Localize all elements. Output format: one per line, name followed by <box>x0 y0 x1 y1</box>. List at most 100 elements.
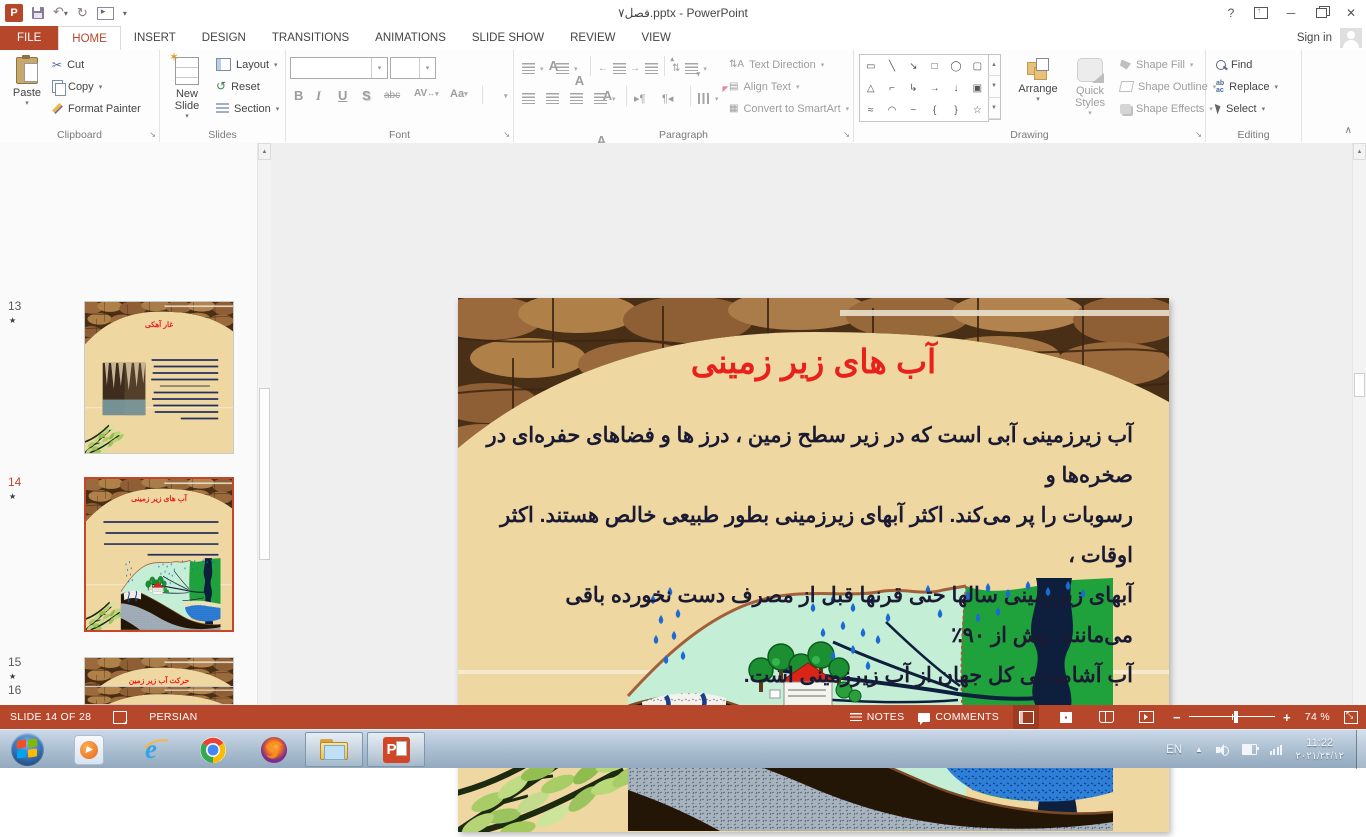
tab-design[interactable]: DESIGN <box>189 26 259 50</box>
zoom-thumb[interactable] <box>1234 711 1238 723</box>
notes-button[interactable]: NOTES <box>850 711 905 723</box>
paragraph-dialog-launcher[interactable]: ↘ <box>843 131 850 139</box>
shape-icon[interactable]: ◠ <box>881 99 902 121</box>
ribbon-display-options-button[interactable] <box>1246 0 1276 26</box>
paste-caret[interactable]: ▾ <box>25 99 29 107</box>
tab-transitions[interactable]: TRANSITIONS <box>259 26 362 50</box>
thumbnail-panel-scrollbar[interactable]: ▲ <box>257 143 271 705</box>
shape-icon[interactable]: ▭ <box>860 55 881 77</box>
shape-icon[interactable]: ▣ <box>967 77 988 99</box>
increase-indent-button[interactable]: → <box>630 58 658 79</box>
underline-button[interactable]: U <box>338 88 347 103</box>
taskbar-media-player[interactable]: ▶ <box>72 733 106 766</box>
taskbar-file-explorer[interactable] <box>305 732 363 767</box>
tab-home[interactable]: HOME <box>58 26 121 51</box>
font-color-caret[interactable]: ▾ <box>504 92 508 100</box>
quick-styles-button[interactable]: Quick Styles▾ <box>1066 53 1114 125</box>
redo-icon[interactable]: ↻ <box>77 5 88 21</box>
spell-check-icon[interactable] <box>113 711 127 724</box>
numbering-button[interactable]: ▾ <box>556 58 578 79</box>
shape-icon[interactable]: ↘ <box>903 55 924 77</box>
taskbar-chrome[interactable] <box>196 733 230 766</box>
font-size-combo[interactable]: ▾ <box>390 57 436 79</box>
change-case-button[interactable]: Aa▾ <box>450 88 468 100</box>
language-indicator[interactable]: PERSIAN <box>149 711 197 723</box>
shape-effects-button[interactable]: Shape Effects▾ <box>1120 98 1213 119</box>
fit-slide-to-window-button[interactable] <box>1344 711 1358 724</box>
shape-icon[interactable]: ~ <box>903 99 924 121</box>
tab-slide-show[interactable]: SLIDE SHOW <box>459 26 557 50</box>
paste-button[interactable]: Paste ▾ <box>4 53 50 125</box>
character-spacing-button[interactable]: AV↔▾ <box>414 88 439 99</box>
taskbar-powerpoint[interactable]: P <box>367 732 425 767</box>
rtl-direction-button[interactable]: ¶◂ <box>662 88 673 109</box>
drawing-dialog-launcher[interactable]: ↘ <box>1195 131 1202 139</box>
taskbar-firefox[interactable] <box>257 733 291 766</box>
shape-icon[interactable]: ◯ <box>945 55 966 77</box>
zoom-level[interactable]: 74 % <box>1305 711 1330 723</box>
show-desktop-button[interactable] <box>1356 730 1366 769</box>
shape-icon[interactable]: △ <box>860 77 881 99</box>
clock[interactable]: 11:22 ۲۰۲۱/۲۴/۱۲ <box>1295 737 1344 763</box>
select-button[interactable]: Select▾ <box>1216 98 1265 119</box>
minimize-button[interactable]: ─ <box>1276 0 1306 26</box>
ltr-direction-button[interactable]: ▸¶ <box>634 88 645 109</box>
zoom-in-button[interactable]: + <box>1283 710 1291 725</box>
replace-button[interactable]: abacReplace▾ <box>1216 76 1278 97</box>
convert-to-smartart-button[interactable]: ▦Convert to SmartArt▾ <box>729 98 849 119</box>
zoom-track[interactable] <box>1189 711 1275 723</box>
battery-icon[interactable] <box>1242 744 1257 755</box>
bold-button[interactable]: B <box>294 88 303 103</box>
columns-button[interactable]: ▾ <box>698 88 719 109</box>
italic-button[interactable]: I <box>316 88 321 104</box>
save-icon[interactable] <box>32 7 44 19</box>
main-scroll-up-arrow[interactable]: ▲ <box>1353 143 1366 160</box>
line-spacing-button[interactable]: ⇅▾ <box>672 58 707 79</box>
slide-title-textbox[interactable]: آب های زیر زمینی <box>458 342 1169 381</box>
new-slide-button[interactable]: New Slide ▾ <box>164 53 210 125</box>
volume-icon[interactable] <box>1216 744 1229 756</box>
slide-indicator[interactable]: SLIDE 14 OF 28 <box>10 711 91 723</box>
shape-icon[interactable]: { <box>924 99 945 121</box>
thumb-scroll-thumb[interactable] <box>259 388 270 560</box>
sign-in[interactable]: Sign in <box>1297 26 1366 50</box>
shape-fill-button[interactable]: Shape Fill▾ <box>1120 54 1193 75</box>
text-shadow-button[interactable]: S <box>362 88 371 103</box>
font-name-combo[interactable]: ▾ <box>290 57 388 79</box>
slide-sorter-view-button[interactable] <box>1053 705 1079 729</box>
align-center-button[interactable] <box>546 88 559 109</box>
shape-icon[interactable]: → <box>924 77 945 99</box>
undo-icon[interactable]: ↶▾ <box>53 4 68 22</box>
shape-icon[interactable]: ≈ <box>860 99 881 121</box>
copy-button[interactable]: Copy▾ <box>52 76 102 97</box>
language-tray-indicator[interactable]: EN <box>1166 744 1182 756</box>
tab-insert[interactable]: INSERT <box>121 26 189 50</box>
collapse-ribbon-button[interactable]: ∧ <box>1345 125 1352 136</box>
thumb-scroll-up-arrow[interactable]: ▲ <box>258 143 271 160</box>
zoom-slider[interactable]: − + <box>1173 710 1291 725</box>
start-from-beginning-icon[interactable] <box>97 7 114 20</box>
align-text-button[interactable]: ▤Align Text▾ <box>729 76 799 97</box>
main-vertical-scrollbar[interactable]: ▲ <box>1352 143 1366 705</box>
shape-icon[interactable]: ⌐ <box>881 77 902 99</box>
cut-button[interactable]: ✂Cut <box>52 54 84 75</box>
bullets-button[interactable]: ▾ <box>522 58 544 79</box>
format-painter-button[interactable]: Format Painter <box>52 98 141 119</box>
comments-button[interactable]: COMMENTS <box>918 711 999 723</box>
shape-icon[interactable]: ╲ <box>881 55 902 77</box>
taskbar-internet-explorer[interactable]: e <box>134 733 168 766</box>
layout-button[interactable]: Layout▾ <box>216 54 278 75</box>
tab-animations[interactable]: ANIMATIONS <box>362 26 459 50</box>
powerpoint-app-icon[interactable]: P <box>5 4 23 22</box>
font-name-caret[interactable]: ▾ <box>371 58 387 78</box>
shape-icon[interactable]: ↓ <box>945 77 966 99</box>
normal-view-button[interactable] <box>1013 705 1039 729</box>
zoom-out-button[interactable]: − <box>1173 710 1181 725</box>
help-button[interactable]: ? <box>1216 0 1246 26</box>
new-slide-caret[interactable]: ▾ <box>185 112 189 120</box>
slide-body-textbox[interactable]: آب زیرزمینی آبی است که در زیر سطح زمین ،… <box>486 416 1133 696</box>
font-dialog-launcher[interactable]: ↘ <box>503 131 510 139</box>
shapes-scroll-up[interactable]: ▲ <box>988 55 1000 76</box>
show-hidden-icons-arrow[interactable]: ▲ <box>1195 745 1203 754</box>
justify-button[interactable]: ▾ <box>594 88 616 109</box>
